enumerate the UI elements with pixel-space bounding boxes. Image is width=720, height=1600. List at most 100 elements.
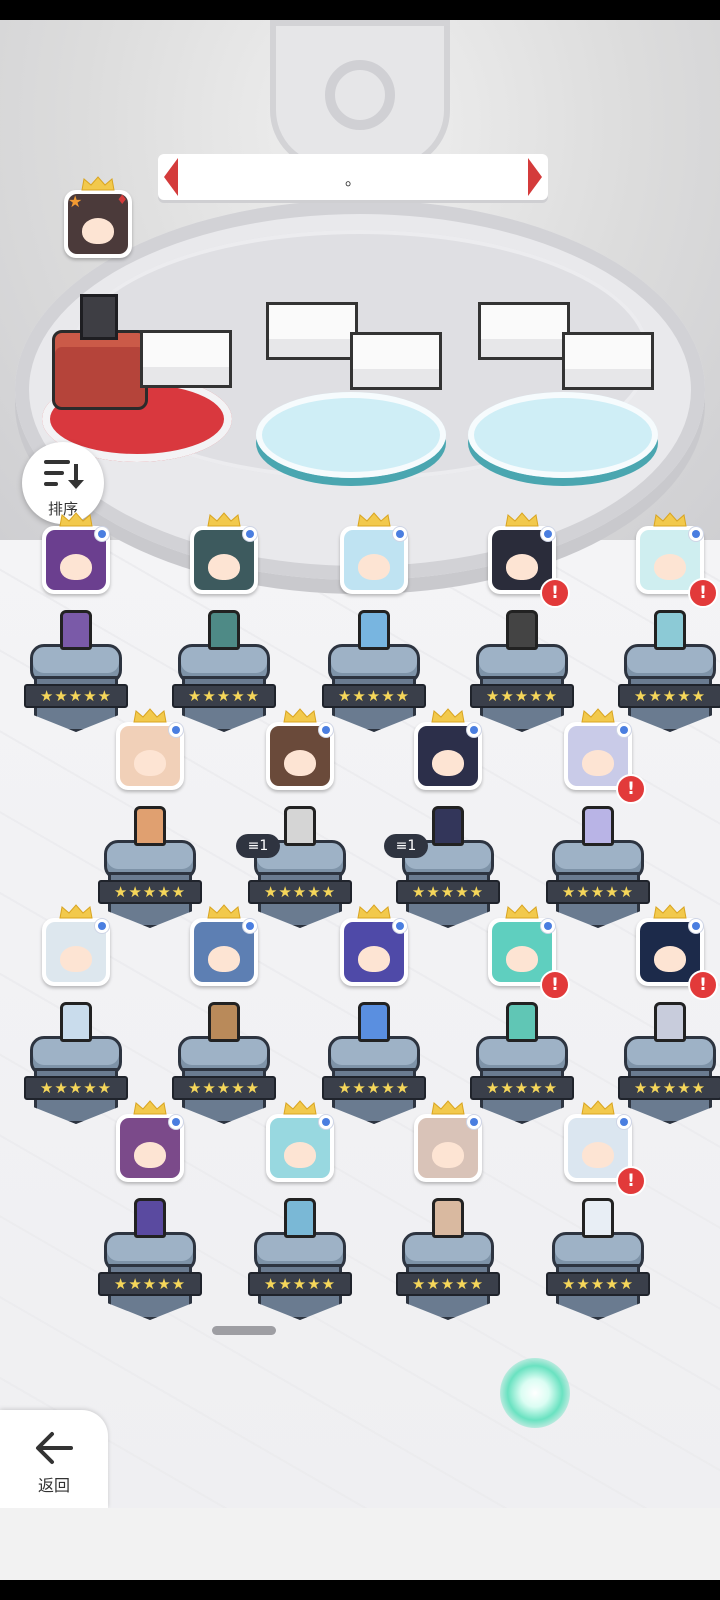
pixel-character[interactable] bbox=[60, 1002, 92, 1042]
character-portrait[interactable]: ! bbox=[564, 1100, 646, 1196]
empty-slot-block[interactable] bbox=[140, 330, 232, 388]
crown-icon bbox=[505, 904, 539, 919]
leader-podium bbox=[52, 330, 148, 410]
pixel-character[interactable] bbox=[284, 1198, 316, 1238]
element-dot-icon bbox=[467, 1115, 481, 1129]
pixel-character[interactable] bbox=[654, 610, 686, 650]
crown-icon bbox=[505, 512, 539, 527]
star-rating: ★★★★★ bbox=[546, 1272, 650, 1296]
character-portrait[interactable] bbox=[340, 904, 408, 986]
crown-icon bbox=[59, 904, 93, 919]
crown-icon bbox=[431, 708, 465, 723]
pixel-character[interactable] bbox=[358, 610, 390, 650]
star-rating: ★★★★★ bbox=[396, 880, 500, 904]
leader-pixel-character[interactable] bbox=[80, 294, 118, 340]
crown-icon bbox=[357, 904, 391, 919]
team-slot-2-pad[interactable] bbox=[256, 392, 446, 478]
character-pedestal[interactable]: ★★★★★ bbox=[470, 1002, 574, 1128]
character-portrait[interactable]: ! bbox=[564, 708, 646, 804]
star-rating: ★★★★★ bbox=[546, 880, 650, 904]
element-dot-icon bbox=[319, 1115, 333, 1129]
pixel-character[interactable] bbox=[358, 1002, 390, 1042]
character-pedestal[interactable]: ★★★★★ bbox=[172, 1002, 276, 1128]
glowing-orb[interactable] bbox=[500, 1358, 570, 1428]
pixel-character[interactable] bbox=[432, 806, 464, 846]
character-portrait[interactable]: ! bbox=[636, 512, 718, 608]
empty-slot-block[interactable] bbox=[478, 302, 570, 360]
character-pedestal[interactable]: ★★★★★ bbox=[248, 1198, 352, 1324]
character-portrait[interactable] bbox=[116, 1100, 184, 1182]
title-banner: 。 bbox=[158, 154, 548, 200]
character-portrait[interactable] bbox=[266, 708, 334, 790]
alert-icon: ! bbox=[540, 578, 570, 608]
character-pedestal[interactable]: ★★★★★ bbox=[98, 1198, 202, 1324]
character-portrait[interactable] bbox=[42, 904, 110, 986]
crown-icon bbox=[59, 512, 93, 527]
character-pedestal[interactable]: ★★★★★ bbox=[618, 1002, 720, 1128]
empty-slot-block[interactable] bbox=[562, 332, 654, 390]
scroll-indicator[interactable] bbox=[212, 1326, 276, 1335]
team-slot-3-pad[interactable] bbox=[468, 392, 658, 478]
element-dot-icon bbox=[689, 527, 703, 541]
arena-emblem bbox=[325, 60, 395, 130]
character-portrait[interactable] bbox=[340, 512, 408, 594]
star-rating: ★★★★★ bbox=[248, 1272, 352, 1296]
diamond-suit-icon: ♦ bbox=[116, 193, 128, 208]
pixel-character[interactable] bbox=[134, 806, 166, 846]
character-portrait[interactable] bbox=[190, 904, 258, 986]
character-pedestal[interactable]: ★★★★★ bbox=[322, 1002, 426, 1128]
character-pedestal[interactable]: ★★★★★ bbox=[470, 610, 574, 736]
star-rating: ★★★★★ bbox=[322, 1076, 426, 1100]
pixel-character[interactable] bbox=[60, 610, 92, 650]
character-portrait[interactable] bbox=[116, 708, 184, 790]
empty-slot-block[interactable] bbox=[350, 332, 442, 390]
crown-icon bbox=[133, 708, 167, 723]
character-portrait[interactable] bbox=[414, 1100, 482, 1182]
pixel-character[interactable] bbox=[284, 806, 316, 846]
pixel-character[interactable] bbox=[506, 610, 538, 650]
character-portrait[interactable] bbox=[266, 1100, 334, 1182]
layer-count-tag: ≡1 bbox=[384, 834, 428, 858]
pixel-character[interactable] bbox=[582, 806, 614, 846]
element-dot-icon bbox=[95, 527, 109, 541]
back-button-label: 返回 bbox=[37, 1476, 70, 1495]
star-rating: ★★★★★ bbox=[470, 1076, 574, 1100]
pixel-character[interactable] bbox=[506, 1002, 538, 1042]
pixel-character[interactable] bbox=[582, 1198, 614, 1238]
character-portrait[interactable]: ! bbox=[488, 904, 570, 1000]
character-pedestal[interactable]: ★★★★★ bbox=[396, 1198, 500, 1324]
character-pedestal[interactable]: ★★★★★ bbox=[24, 610, 128, 736]
crown-icon bbox=[283, 1100, 317, 1115]
back-button[interactable]: 返回 bbox=[0, 1410, 108, 1508]
character-pedestal[interactable]: ★★★★★ bbox=[618, 610, 720, 736]
star-rating: ★★★★★ bbox=[172, 1076, 276, 1100]
pixel-character[interactable] bbox=[208, 610, 240, 650]
character-pedestal[interactable]: ★★★★★ bbox=[322, 610, 426, 736]
pixel-character[interactable] bbox=[208, 1002, 240, 1042]
pixel-character[interactable] bbox=[654, 1002, 686, 1042]
character-portrait[interactable]: ! bbox=[488, 512, 570, 608]
pixel-character[interactable] bbox=[432, 1198, 464, 1238]
character-pedestal[interactable]: ★★★★★ bbox=[24, 1002, 128, 1128]
character-pedestal[interactable]: ★★★★★ bbox=[98, 806, 202, 932]
leader-portrait[interactable]: ★ ♦ bbox=[64, 176, 132, 258]
pixel-character[interactable] bbox=[134, 1198, 166, 1238]
crown-icon bbox=[357, 512, 391, 527]
crown-icon bbox=[207, 904, 241, 919]
crown-icon bbox=[133, 1100, 167, 1115]
star-rating: ★★★★★ bbox=[172, 684, 276, 708]
character-portrait[interactable] bbox=[190, 512, 258, 594]
element-dot-icon bbox=[319, 723, 333, 737]
character-pedestal[interactable]: ★★★★★ bbox=[172, 610, 276, 736]
element-dot-icon bbox=[169, 723, 183, 737]
element-dot-icon bbox=[393, 527, 407, 541]
crown-icon bbox=[207, 512, 241, 527]
navigation-bar-area bbox=[0, 1508, 720, 1580]
character-portrait[interactable] bbox=[414, 708, 482, 790]
star-rating: ★★★★★ bbox=[618, 684, 720, 708]
empty-slot-block[interactable] bbox=[266, 302, 358, 360]
character-pedestal[interactable]: ★★★★★ bbox=[546, 806, 650, 932]
character-portrait[interactable]: ! bbox=[636, 904, 718, 1000]
character-portrait[interactable] bbox=[42, 512, 110, 594]
character-pedestal[interactable]: ★★★★★ bbox=[546, 1198, 650, 1324]
